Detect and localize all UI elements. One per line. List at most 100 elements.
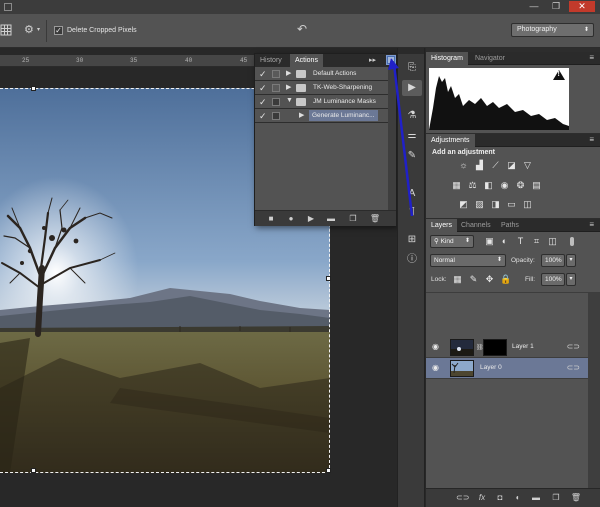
dialog-toggle-box[interactable] xyxy=(272,98,280,106)
action-set-row[interactable]: ✓ ▶ Default Actions xyxy=(255,67,388,81)
toggle-check-icon[interactable]: ✓ xyxy=(259,111,267,122)
link-icon[interactable]: ⊂⊃ xyxy=(567,363,580,372)
crop-handle[interactable] xyxy=(31,468,36,473)
vibrance-icon[interactable]: ▽ xyxy=(522,160,533,171)
trash-icon[interactable]: 🗑 xyxy=(369,213,381,225)
minimize-button[interactable]: — xyxy=(525,1,543,12)
expand-arrow-icon[interactable]: ▼ xyxy=(286,97,293,104)
character-icon[interactable]: A xyxy=(402,186,422,202)
panel-menu-icon[interactable]: ≡ xyxy=(589,135,594,144)
workspace-select[interactable]: Photography ⬍ xyxy=(511,23,594,37)
link-layers-icon[interactable]: ⊂⊃ xyxy=(456,492,469,504)
gradient-map-icon[interactable]: ▭ xyxy=(506,199,517,210)
lock-position-icon[interactable]: ✥ xyxy=(484,274,495,285)
lock-pixels-icon[interactable]: ✎ xyxy=(468,274,479,285)
crop-handle[interactable] xyxy=(31,86,36,91)
actions-scrollbar[interactable] xyxy=(388,67,396,210)
filter-shape-icon[interactable]: ⌗ xyxy=(531,236,542,247)
tab-history[interactable]: History xyxy=(255,54,287,67)
tab-histogram[interactable]: Histogram xyxy=(426,52,468,65)
exposure-icon[interactable]: ◪ xyxy=(506,160,517,171)
panel-menu-icon[interactable] xyxy=(386,55,396,65)
tab-actions[interactable]: Actions xyxy=(290,54,323,67)
filter-adjustment-icon[interactable]: ◐ xyxy=(499,236,510,247)
stop-icon[interactable]: ■ xyxy=(265,213,277,225)
chevron-down-icon[interactable]: ▾ xyxy=(37,26,40,33)
sliders-icon[interactable]: ⚌ xyxy=(402,128,422,144)
filter-toggle[interactable] xyxy=(570,237,574,246)
tab-paths[interactable]: Paths xyxy=(496,219,524,232)
visibility-eye-icon[interactable]: ◉ xyxy=(432,363,439,372)
restore-button[interactable]: ❐ xyxy=(547,1,565,12)
dialog-toggle-box[interactable] xyxy=(272,112,280,120)
curves-icon[interactable]: ⟋ xyxy=(490,160,501,171)
tab-layers[interactable]: Layers xyxy=(426,219,458,232)
color-balance-icon[interactable]: ⚖ xyxy=(467,180,478,191)
paragraph-icon[interactable]: ¶ xyxy=(402,204,422,220)
new-set-icon[interactable]: ▬ xyxy=(325,213,337,225)
levels-icon[interactable]: ▟ xyxy=(474,160,485,171)
visibility-eye-icon[interactable]: ◉ xyxy=(432,342,439,351)
hue-saturation-icon[interactable]: ▦ xyxy=(451,180,462,191)
opacity-chevron-icon[interactable]: ▾ xyxy=(566,254,576,267)
play-icon[interactable]: ▶ xyxy=(305,213,317,225)
layers-scrollbar[interactable] xyxy=(588,293,600,488)
channel-mixer-icon[interactable]: ❂ xyxy=(515,180,526,191)
toggle-check-icon[interactable]: ✓ xyxy=(259,83,267,94)
fill-chevron-icon[interactable]: ▾ xyxy=(566,273,576,286)
color-lookup-icon[interactable]: ▤ xyxy=(531,180,542,191)
delete-cropped-checkbox[interactable]: ✓ xyxy=(54,26,63,35)
filter-type-icon[interactable]: T xyxy=(515,236,526,247)
photo-filter-icon[interactable]: ◉ xyxy=(499,180,510,191)
selective-color-icon[interactable]: ◫ xyxy=(522,199,533,210)
panel-menu-icon[interactable]: ≡ xyxy=(589,220,594,229)
lock-transparent-icon[interactable]: ▦ xyxy=(452,274,463,285)
toggle-check-icon[interactable]: ✓ xyxy=(259,97,267,108)
opacity-field[interactable]: 100% xyxy=(541,254,565,267)
reset-icon[interactable]: ↶ xyxy=(297,22,307,36)
fill-field[interactable]: 100% xyxy=(541,273,565,286)
lock-all-icon[interactable]: 🔒 xyxy=(500,274,511,285)
expand-arrow-icon[interactable]: ▶ xyxy=(286,83,291,91)
adjustment-layer-icon[interactable]: ◐ xyxy=(512,492,524,504)
filter-pixel-icon[interactable]: ▣ xyxy=(484,236,495,247)
brush-icon[interactable]: ✎ xyxy=(402,148,422,164)
crop-handle[interactable] xyxy=(326,468,331,473)
tab-adjustments[interactable]: Adjustments xyxy=(426,134,475,147)
action-set-row[interactable]: ✓ ▶ TK-Web-Sharpening xyxy=(255,81,388,95)
new-action-icon[interactable]: ❐ xyxy=(347,213,359,225)
collapse-panel-icon[interactable]: ▸▸ xyxy=(369,56,376,64)
dialog-toggle-box[interactable] xyxy=(272,84,280,92)
expand-arrow-icon[interactable]: ▶ xyxy=(286,69,291,77)
toggle-check-icon[interactable]: ✓ xyxy=(259,69,267,80)
history-brush-icon[interactable]: ⎘ xyxy=(402,60,422,76)
tab-navigator[interactable]: Navigator xyxy=(470,52,510,65)
swatches-icon[interactable]: ⊞ xyxy=(402,232,422,248)
threshold-icon[interactable]: ◨ xyxy=(490,199,501,210)
gear-icon[interactable]: ⚙ xyxy=(24,23,34,36)
blend-mode-select[interactable]: Normal ⬍ xyxy=(430,254,506,267)
actions-play-icon[interactable]: ▶ xyxy=(402,80,422,96)
layer-mask-thumbnail[interactable] xyxy=(483,339,507,356)
tab-channels[interactable]: Channels xyxy=(456,219,496,232)
link-icon[interactable]: ⊂⊃ xyxy=(567,342,580,351)
filter-smart-icon[interactable]: ◫ xyxy=(547,236,558,247)
tool-presets-icon[interactable]: ⚗ xyxy=(402,108,422,124)
layer-filter-select[interactable]: ⚲ Kind ⬍ xyxy=(430,235,474,248)
grid-overlay-icon[interactable] xyxy=(0,24,12,36)
new-layer-icon[interactable]: ❐ xyxy=(550,492,562,504)
crop-handle[interactable] xyxy=(326,276,331,281)
info-icon[interactable]: ⓘ xyxy=(402,252,422,268)
layer-row-layer-0[interactable]: ◉ Layer 0 ⊂⊃ xyxy=(426,358,588,379)
black-white-icon[interactable]: ◧ xyxy=(483,180,494,191)
warning-icon[interactable]: ! xyxy=(553,70,565,80)
close-button[interactable]: ✕ xyxy=(569,1,595,12)
fx-button[interactable]: fx xyxy=(476,492,488,504)
dialog-toggle-box[interactable] xyxy=(272,70,280,78)
posterize-icon[interactable]: ▨ xyxy=(474,199,485,210)
action-set-row[interactable]: ✓ ▼ JM Luminance Masks xyxy=(255,95,388,109)
record-icon[interactable]: ● xyxy=(285,213,297,225)
panel-menu-icon[interactable]: ≡ xyxy=(589,53,594,62)
action-row[interactable]: ✓ ▶ Generate Luminanc... xyxy=(255,109,388,123)
brightness-icon[interactable]: ☼ xyxy=(458,160,469,171)
